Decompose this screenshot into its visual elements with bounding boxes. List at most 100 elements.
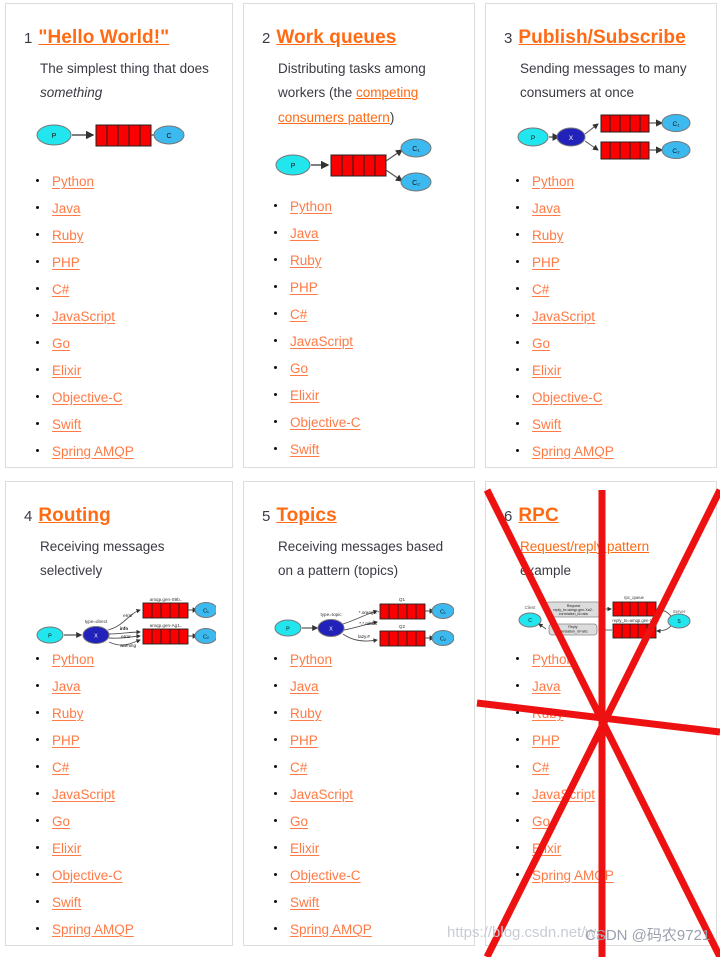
language-link[interactable]: Objective-C <box>52 868 123 883</box>
language-link[interactable]: Go <box>532 814 550 829</box>
card-header: 1 "Hello World!" <box>24 27 220 49</box>
language-link[interactable]: Elixir <box>52 841 81 856</box>
language-link[interactable]: Elixir <box>532 841 561 856</box>
language-link[interactable]: Java <box>532 201 561 216</box>
language-link[interactable]: Go <box>532 336 550 351</box>
language-link[interactable]: Objective-C <box>290 868 361 883</box>
language-link[interactable]: Elixir <box>290 388 319 403</box>
language-link[interactable]: PHP <box>532 733 560 748</box>
language-link[interactable]: Ruby <box>290 706 322 721</box>
language-link[interactable]: Objective-C <box>290 415 361 430</box>
language-link[interactable]: Ruby <box>52 706 84 721</box>
card-description-line2: on a pattern (topics) <box>278 563 399 579</box>
language-link[interactable]: Spring AMQP <box>52 444 134 459</box>
language-link[interactable]: Swift <box>52 417 81 432</box>
card-title-link[interactable]: Topics <box>276 505 336 527</box>
card-number: 2 <box>262 30 271 47</box>
svg-text:error: error <box>123 613 133 618</box>
language-link[interactable]: C# <box>532 760 549 775</box>
svg-text:Server: Server <box>673 609 686 614</box>
svg-text:C₁: C₁ <box>412 146 420 153</box>
language-link[interactable]: Ruby <box>290 253 322 268</box>
language-link[interactable]: Python <box>52 174 94 189</box>
language-link[interactable]: Python <box>290 652 332 667</box>
language-link[interactable]: Spring AMQP <box>52 922 134 937</box>
language-link[interactable]: Java <box>52 679 81 694</box>
language-link[interactable]: Spring AMQP <box>290 922 372 937</box>
pattern-card-publish-subscribe[interactable]: 3 Publish/Subscribe Sending messages to … <box>485 3 717 468</box>
diagram-routing: P X type=direct error info error warning… <box>36 590 220 648</box>
language-link[interactable]: Objective-C <box>52 390 123 405</box>
language-link[interactable]: Go <box>290 814 308 829</box>
grid-cell-4: 4 Routing Receiving messages selectively… <box>0 478 238 956</box>
language-link[interactable]: Python <box>290 199 332 214</box>
language-link[interactable]: Ruby <box>532 228 564 243</box>
list-item: Objective-C <box>34 868 220 884</box>
language-link[interactable]: C# <box>532 282 549 297</box>
pattern-card-topics[interactable]: 5 Topics Receiving messages based on a p… <box>243 481 475 946</box>
language-link[interactable]: PHP <box>532 255 560 270</box>
language-link[interactable]: Ruby <box>52 228 84 243</box>
language-link[interactable]: PHP <box>52 733 80 748</box>
request-reply-pattern-link[interactable]: Request/reply pattern <box>520 539 649 554</box>
language-link[interactable]: Go <box>52 336 70 351</box>
svg-text:P: P <box>531 135 535 142</box>
svg-text:P: P <box>291 163 296 170</box>
language-link[interactable]: C# <box>52 282 69 297</box>
language-link[interactable]: Python <box>532 174 574 189</box>
pattern-card-hello-world[interactable]: 1 "Hello World!" The simplest thing that… <box>5 3 233 468</box>
language-link[interactable]: Swift <box>290 895 319 910</box>
language-link[interactable]: C# <box>290 760 307 775</box>
language-link[interactable]: JavaScript <box>52 309 115 324</box>
list-item: Java <box>514 679 704 695</box>
language-link[interactable]: Swift <box>52 895 81 910</box>
list-item: PHP <box>272 280 462 296</box>
language-link[interactable]: Swift <box>532 417 561 432</box>
pattern-card-rpc[interactable]: 6 RPC Request/reply pattern example Clie… <box>485 481 717 946</box>
language-link[interactable]: JavaScript <box>532 787 595 802</box>
language-link[interactable]: JavaScript <box>52 787 115 802</box>
language-link[interactable]: Go <box>52 814 70 829</box>
card-title-link[interactable]: "Hello World!" <box>38 27 169 49</box>
card-description-emphasis: something <box>40 85 103 101</box>
list-item: Objective-C <box>272 868 462 884</box>
language-link[interactable]: Java <box>532 679 561 694</box>
card-title-link[interactable]: Work queues <box>276 27 396 49</box>
svg-text:type=topic: type=topic <box>320 612 342 617</box>
language-link[interactable]: Java <box>290 679 319 694</box>
language-link[interactable]: Elixir <box>290 841 319 856</box>
pattern-card-routing[interactable]: 4 Routing Receiving messages selectively… <box>5 481 233 946</box>
list-item: Elixir <box>272 841 462 857</box>
language-link[interactable]: Elixir <box>532 363 561 378</box>
list-item: Swift <box>514 417 704 433</box>
pattern-card-work-queues[interactable]: 2 Work queues Distributing tasks among w… <box>243 3 475 468</box>
card-title-link[interactable]: Routing <box>38 505 110 527</box>
language-link[interactable]: JavaScript <box>532 309 595 324</box>
card-description: The simplest thing that does something <box>40 57 220 106</box>
language-link[interactable]: Elixir <box>52 363 81 378</box>
language-link[interactable]: Spring AMQP <box>532 868 614 883</box>
language-list: Python Java Ruby PHP C# JavaScript Go El… <box>256 652 462 938</box>
card-title-link[interactable]: Publish/Subscribe <box>518 27 685 49</box>
language-link[interactable]: Java <box>290 226 319 241</box>
language-link[interactable]: C# <box>52 760 69 775</box>
list-item: Go <box>272 814 462 830</box>
language-link[interactable]: Go <box>290 361 308 376</box>
language-link[interactable]: C# <box>290 307 307 322</box>
list-item: JavaScript <box>272 334 462 350</box>
language-link[interactable]: Python <box>532 652 574 667</box>
language-link[interactable]: PHP <box>52 255 80 270</box>
language-link[interactable]: Objective-C <box>532 390 603 405</box>
language-link[interactable]: Ruby <box>532 706 564 721</box>
list-item: Ruby <box>272 253 462 269</box>
card-description-tail: ) <box>389 110 395 126</box>
language-link[interactable]: PHP <box>290 733 318 748</box>
card-title-link[interactable]: RPC <box>518 505 558 527</box>
language-link[interactable]: Java <box>52 201 81 216</box>
language-link[interactable]: JavaScript <box>290 787 353 802</box>
language-link[interactable]: Swift <box>290 442 319 457</box>
language-link[interactable]: PHP <box>290 280 318 295</box>
language-link[interactable]: JavaScript <box>290 334 353 349</box>
language-link[interactable]: Spring AMQP <box>532 444 614 459</box>
language-link[interactable]: Python <box>52 652 94 667</box>
